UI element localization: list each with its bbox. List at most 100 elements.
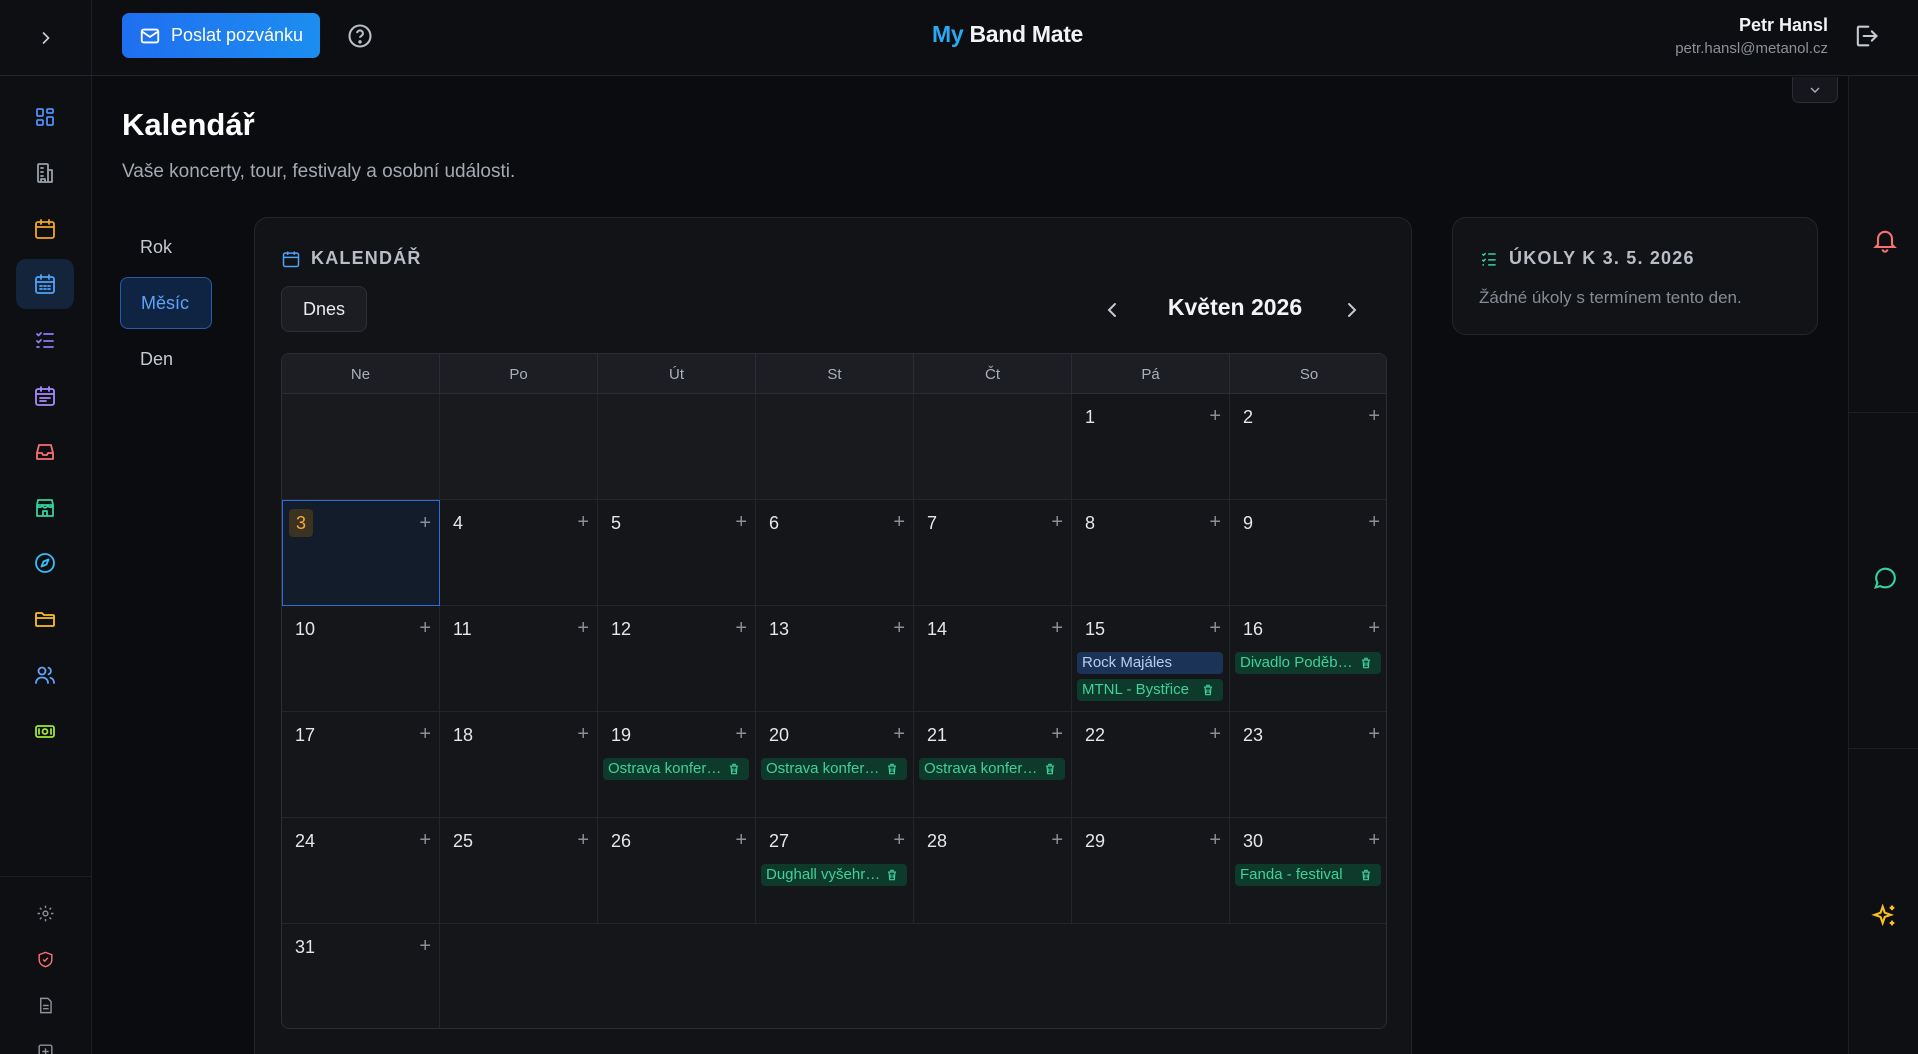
chevron-left-icon[interactable]: [1100, 298, 1124, 322]
calendar-day-cell[interactable]: 16 + Divadlo Poděbrady: [1230, 606, 1386, 712]
add-event-button[interactable]: +: [735, 724, 747, 744]
add-event-button[interactable]: +: [893, 512, 905, 532]
add-event-button[interactable]: +: [1368, 406, 1380, 426]
trash-icon[interactable]: [885, 762, 899, 776]
add-event-button[interactable]: +: [419, 936, 431, 956]
trash-icon[interactable]: [1043, 762, 1057, 776]
add-event-button[interactable]: +: [1051, 512, 1063, 532]
logout-icon[interactable]: [1852, 22, 1880, 50]
calendar-day-cell[interactable]: 2 +: [1230, 394, 1386, 500]
calendar-day-cell[interactable]: 17 +: [282, 712, 440, 818]
calendar-day-cell[interactable]: 9 +: [1230, 500, 1386, 606]
calendar-event[interactable]: Ostrava konference: [761, 758, 907, 780]
calendar-day-cell[interactable]: 30 + Fanda - festival: [1230, 818, 1386, 924]
calendar-event[interactable]: Ostrava konference: [919, 758, 1065, 780]
shield-icon[interactable]: [33, 947, 57, 971]
calendar-event[interactable]: Rock Majáles: [1077, 652, 1223, 674]
calendar-day-cell[interactable]: 24 +: [282, 818, 440, 924]
calendar-day-cell[interactable]: 5 +: [598, 500, 756, 606]
expand-sidebar-button[interactable]: [0, 0, 92, 76]
add-event-button[interactable]: +: [419, 724, 431, 744]
calendar-day-cell[interactable]: 23 +: [1230, 712, 1386, 818]
add-event-button[interactable]: +: [1209, 618, 1221, 638]
add-event-button[interactable]: +: [1051, 830, 1063, 850]
sidebar-item[interactable]: [16, 259, 74, 310]
view-tab-day[interactable]: Den: [120, 333, 212, 385]
settings-icon[interactable]: [33, 901, 57, 925]
calendar-event[interactable]: Dughall vyšehrad: [761, 864, 907, 886]
bell-icon[interactable]: [1871, 226, 1899, 254]
sidebar-item[interactable]: [16, 148, 74, 198]
add-event-button[interactable]: +: [577, 724, 589, 744]
add-event-button[interactable]: +: [735, 830, 747, 850]
add-event-button[interactable]: +: [419, 830, 431, 850]
sidebar-item[interactable]: [16, 538, 74, 588]
calendar-day-cell[interactable]: 7 +: [914, 500, 1072, 606]
add-event-button[interactable]: +: [1051, 618, 1063, 638]
calendar-event[interactable]: Divadlo Poděbrady: [1235, 652, 1381, 674]
add-event-button[interactable]: +: [1368, 724, 1380, 744]
sidebar-item[interactable]: [16, 594, 74, 644]
add-event-button[interactable]: +: [735, 618, 747, 638]
calendar-day-cell[interactable]: 21 + Ostrava konference: [914, 712, 1072, 818]
add-event-button[interactable]: +: [1368, 830, 1380, 850]
calendar-day-cell[interactable]: 22 +: [1072, 712, 1230, 818]
add-event-button[interactable]: +: [893, 724, 905, 744]
calendar-day-cell[interactable]: 29 +: [1072, 818, 1230, 924]
calendar-day-cell[interactable]: 13 +: [756, 606, 914, 712]
add-event-button[interactable]: +: [1368, 512, 1380, 532]
calendar-day-cell[interactable]: 26 +: [598, 818, 756, 924]
calendar-day-cell[interactable]: 6 +: [756, 500, 914, 606]
sidebar-item[interactable]: [16, 371, 74, 421]
sidebar-item[interactable]: [16, 650, 74, 700]
add-event-button[interactable]: +: [735, 512, 747, 532]
sidebar-item[interactable]: [16, 204, 74, 254]
add-event-button[interactable]: +: [577, 830, 589, 850]
calendar-day-cell[interactable]: 31 +: [282, 924, 440, 1028]
sidebar-item[interactable]: [16, 315, 74, 365]
calendar-day-cell[interactable]: 20 + Ostrava konference: [756, 712, 914, 818]
calendar-day-cell[interactable]: 1 +: [1072, 394, 1230, 500]
add-event-button[interactable]: +: [1051, 724, 1063, 744]
calendar-event[interactable]: Ostrava konference: [603, 758, 749, 780]
add-event-button[interactable]: +: [1209, 406, 1221, 426]
calendar-day-cell[interactable]: 28 +: [914, 818, 1072, 924]
collapse-header-button[interactable]: [1792, 77, 1838, 103]
today-button[interactable]: Dnes: [281, 286, 367, 332]
chevron-right-icon[interactable]: [1340, 298, 1364, 322]
calendar-day-cell[interactable]: 18 +: [440, 712, 598, 818]
sidebar-item[interactable]: [16, 92, 74, 142]
add-file-icon[interactable]: [33, 1039, 57, 1054]
calendar-day-cell[interactable]: 8 +: [1072, 500, 1230, 606]
sparkles-icon[interactable]: [1871, 902, 1899, 930]
add-event-button[interactable]: +: [1209, 724, 1221, 744]
add-event-button[interactable]: +: [1368, 618, 1380, 638]
trash-icon[interactable]: [885, 868, 899, 882]
view-tab-month[interactable]: Měsíc: [120, 277, 212, 329]
calendar-day-cell[interactable]: 14 +: [914, 606, 1072, 712]
calendar-event[interactable]: Fanda - festival: [1235, 864, 1381, 886]
calendar-day-cell[interactable]: 12 +: [598, 606, 756, 712]
view-tab-year[interactable]: Rok: [120, 221, 212, 273]
sidebar-item[interactable]: [16, 427, 74, 477]
add-event-button[interactable]: +: [577, 618, 589, 638]
add-event-button[interactable]: +: [893, 830, 905, 850]
trash-icon[interactable]: [1359, 868, 1373, 882]
add-event-button[interactable]: +: [577, 512, 589, 532]
calendar-day-cell[interactable]: 4 +: [440, 500, 598, 606]
chat-icon[interactable]: [1871, 564, 1899, 592]
calendar-day-cell[interactable]: 10 +: [282, 606, 440, 712]
add-event-button[interactable]: +: [419, 513, 431, 533]
calendar-event[interactable]: MTNL - Bystřice: [1077, 679, 1223, 701]
calendar-day-cell[interactable]: 3 +: [282, 500, 440, 606]
sidebar-item[interactable]: [16, 483, 74, 533]
calendar-day-cell[interactable]: 27 + Dughall vyšehrad: [756, 818, 914, 924]
calendar-day-cell[interactable]: 19 + Ostrava konference: [598, 712, 756, 818]
trash-icon[interactable]: [1201, 683, 1215, 697]
trash-icon[interactable]: [727, 762, 741, 776]
add-event-button[interactable]: +: [1209, 830, 1221, 850]
add-event-button[interactable]: +: [419, 618, 431, 638]
calendar-day-cell[interactable]: 15 + Rock Majáles MTNL - Bystřice: [1072, 606, 1230, 712]
send-invite-button[interactable]: Poslat pozvánku: [122, 13, 320, 58]
calendar-day-cell[interactable]: 25 +: [440, 818, 598, 924]
